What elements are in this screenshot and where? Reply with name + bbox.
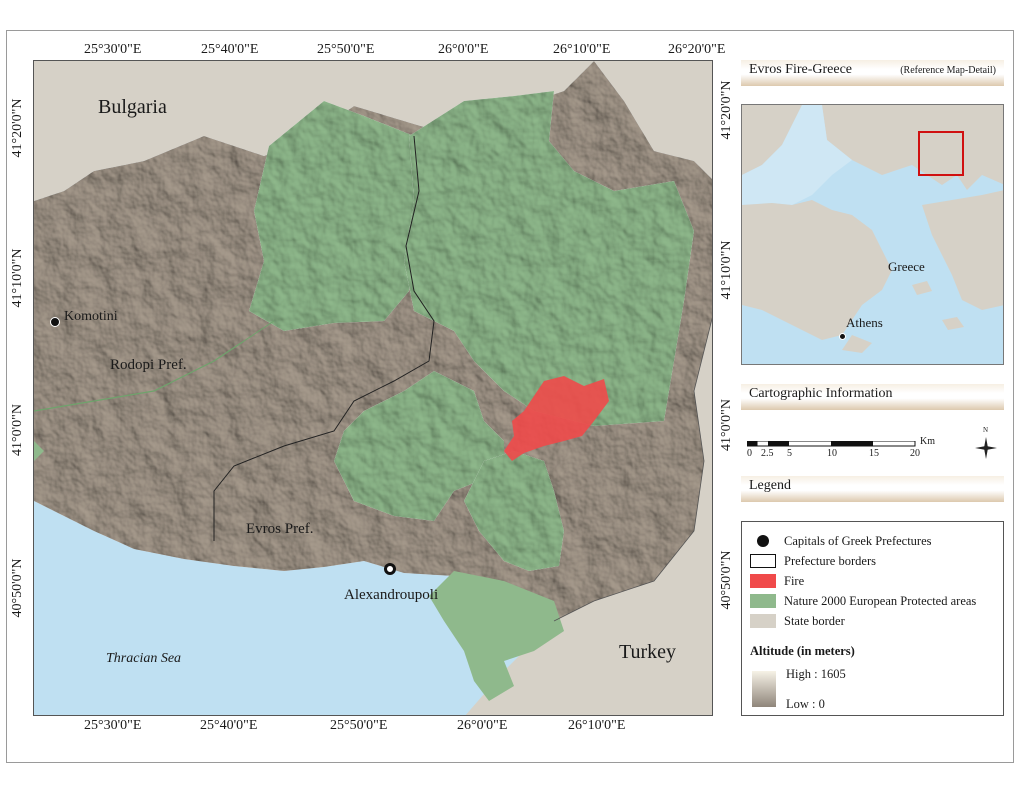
legend-state-swatch: [750, 614, 776, 628]
north-label: N: [983, 426, 989, 434]
label-alexandroupoli: Alexandroupoli: [344, 587, 439, 603]
legend-label-fire: Fire: [784, 573, 805, 588]
top-tick-2: 25°40'0"E: [201, 42, 259, 57]
reference-map[interactable]: Greece Athens: [741, 104, 1004, 365]
cartographic-header: Cartographic Information: [741, 384, 1004, 410]
inset-label-athens: Athens: [846, 315, 883, 330]
legend-protected-swatch: [750, 594, 776, 608]
top-tick-6: 26°20'0"E: [668, 42, 726, 57]
legend-box: Capitals of Greek Prefectures Prefecture…: [741, 521, 1004, 716]
legend-title: Legend: [749, 478, 791, 493]
label-evros: Evros Pref.: [246, 521, 314, 537]
bottom-tick-1: 25°30'0"E: [84, 718, 142, 733]
label-bulgaria: Bulgaria: [98, 96, 167, 118]
top-tick-4: 26°0'0"E: [438, 42, 489, 57]
reference-subtitle: (Reference Map-Detail): [900, 65, 996, 76]
top-tick-3: 25°50'0"E: [317, 42, 375, 57]
cartographic-title: Cartographic Information: [749, 386, 893, 401]
legend-item-state: State border: [750, 613, 845, 629]
main-map[interactable]: Bulgaria Komotini Rodopi Pref. Evros Pre…: [33, 60, 713, 716]
left-tick-2: 41°10'0"N: [10, 248, 25, 308]
legend-altitude-title: Altitude (in meters): [750, 644, 855, 658]
reference-title: Evros Fire-Greece: [749, 62, 853, 77]
legend-label-capitals: Capitals of Greek Prefectures: [784, 533, 932, 548]
scale-unit: Km: [920, 436, 935, 447]
label-komotini: Komotini: [64, 309, 118, 324]
bottom-tick-5: 26°10'0"E: [568, 718, 626, 733]
legend-item-protected: Nature 2000 European Protected areas: [750, 593, 976, 609]
label-rodopi: Rodopi Pref.: [110, 357, 187, 373]
legend-item-borders: Prefecture borders: [750, 553, 876, 569]
north-arrow-icon: N: [973, 426, 999, 462]
right-tick-3: 41°0'0"N: [719, 399, 734, 451]
top-tick-5: 26°10'0"E: [553, 42, 611, 57]
left-tick-1: 41°20'0"N: [10, 98, 25, 158]
legend-item-fire: Fire: [750, 573, 804, 589]
komotini-dot: [50, 317, 60, 327]
legend-label-protected: Nature 2000 European Protected areas: [784, 593, 977, 608]
legend-label-borders: Prefecture borders: [784, 553, 876, 568]
bottom-tick-2: 25°40'0"E: [200, 718, 258, 733]
legend-outline-swatch: [750, 554, 776, 568]
scale-10: 10: [827, 448, 837, 459]
bottom-tick-3: 25°50'0"E: [330, 718, 388, 733]
reference-header: Evros Fire-Greece (Reference Map-Detail): [741, 60, 1004, 86]
legend-header: Legend: [741, 476, 1004, 502]
right-tick-4: 40°50'0"N: [719, 550, 734, 610]
alexandroupoli-dot: [385, 564, 395, 574]
legend-altitude-high: High : 1605: [786, 667, 846, 681]
scale-20: 20: [910, 448, 920, 459]
scale-2-5: 2.5: [761, 448, 774, 459]
scale-0: 0: [747, 448, 752, 459]
left-tick-4: 40°50'0"N: [10, 558, 25, 618]
legend-altitude-low: Low : 0: [786, 697, 825, 711]
label-turkey: Turkey: [619, 641, 677, 663]
right-tick-1: 41°20'0"N: [719, 80, 734, 140]
inset-label-greece: Greece: [888, 259, 925, 274]
inset-athens-dot: [839, 333, 846, 340]
right-tick-2: 41°10'0"N: [719, 240, 734, 300]
scale-15: 15: [869, 448, 879, 459]
legend-fire-swatch: [750, 574, 776, 588]
altitude-ramp: [752, 671, 776, 707]
label-thracian-sea: Thracian Sea: [106, 651, 182, 666]
legend-item-capitals: Capitals of Greek Prefectures: [750, 533, 932, 549]
scale-5: 5: [787, 448, 792, 459]
map-svg: [34, 61, 712, 715]
legend-dot-icon: [757, 535, 769, 547]
left-tick-3: 41°0'0"N: [10, 404, 25, 456]
top-tick-1: 25°30'0"E: [84, 42, 142, 57]
legend-label-state: State border: [784, 613, 845, 628]
scale-bar: 0 2.5 5 10 15 20: [746, 438, 920, 464]
bottom-tick-4: 26°0'0"E: [457, 718, 508, 733]
